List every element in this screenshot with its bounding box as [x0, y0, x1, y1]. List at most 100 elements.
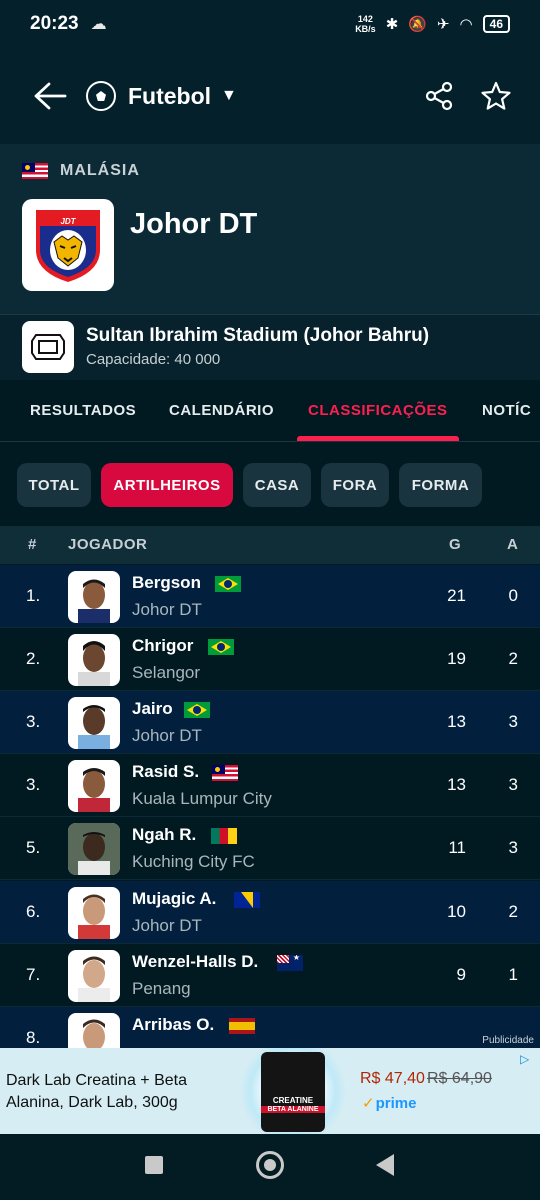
player-name: Mujagic A. — [132, 889, 217, 908]
filter-form[interactable]: FORMA — [399, 463, 482, 507]
check-icon: ✓ — [362, 1095, 375, 1112]
table-row[interactable]: 5. Ngah R. Kuching City FC 11 3 — [0, 817, 540, 880]
ad-old-price: R$ 64,90 — [427, 1070, 492, 1087]
player-team: Johor DT — [132, 600, 202, 619]
table-row[interactable]: 3. Jairo Johor DT 13 3 — [0, 691, 540, 754]
caret-down-icon[interactable]: ▼ — [221, 87, 237, 105]
player-rank: 3. — [26, 712, 41, 731]
player-photo — [68, 950, 120, 1002]
jdt-crest-icon: JDT — [36, 210, 100, 282]
header-rank: # — [28, 536, 37, 553]
spain-flag-icon — [229, 1018, 255, 1034]
cloud-icon: ☁ — [90, 16, 107, 33]
header-player: JOGADOR — [68, 536, 148, 553]
player-assists: 0 — [508, 586, 518, 605]
player-rank: 8. — [26, 1028, 41, 1047]
table-row[interactable]: 6. Mujagic A. Johor DT 10 2 — [0, 881, 540, 944]
malaysia-flag-icon — [22, 163, 48, 179]
bluetooth-icon: ✱ — [385, 16, 399, 33]
star-icon[interactable] — [480, 80, 512, 112]
table-row[interactable]: 8. Arribas O. — [0, 1007, 540, 1048]
mute-icon: 🔕 — [408, 16, 427, 33]
filter-total[interactable]: TOTAL — [17, 463, 91, 507]
status-bar: 20:23 ☁ 142 KB/s ✱ 🔕 ✈ ◠ 46 — [0, 0, 540, 48]
section-tabs: RESULTADOS CALENDÁRIO CLASSIFICAÇÕES NOT… — [0, 380, 540, 442]
sport-selector[interactable]: Futebol — [128, 83, 211, 110]
filter-home[interactable]: CASA — [243, 463, 311, 507]
player-assists: 3 — [508, 775, 518, 794]
table-row[interactable]: 2. Chrigor Selangor 19 2 — [0, 628, 540, 691]
team-header: MALÁSIA JDT Johor DT — [0, 144, 540, 314]
back-triangle-icon[interactable] — [376, 1154, 394, 1176]
active-tab-indicator — [297, 436, 459, 441]
recents-icon[interactable] — [145, 1156, 163, 1174]
team-logo: JDT — [22, 199, 114, 291]
player-photo — [68, 760, 120, 812]
player-photo — [68, 697, 120, 749]
player-goals: 9 — [456, 965, 466, 984]
filter-away[interactable]: FORA — [321, 463, 389, 507]
team-country[interactable]: MALÁSIA — [22, 162, 140, 180]
player-name: Ngah R. — [132, 825, 197, 844]
back-arrow-icon[interactable] — [28, 81, 72, 111]
home-icon[interactable] — [256, 1151, 284, 1179]
tab-calendar[interactable]: CALENDÁRIO — [169, 402, 274, 419]
player-goals: 11 — [448, 838, 466, 857]
player-team: Penang — [132, 979, 191, 998]
cameroon-flag-icon — [211, 828, 237, 844]
player-name: Chrigor — [132, 636, 194, 655]
filter-top-scorers[interactable]: ARTILHEIROS — [101, 463, 233, 507]
ad-prime-badge: ✓prime — [362, 1095, 417, 1112]
header-goals: G — [449, 536, 462, 553]
player-name: Bergson — [132, 573, 201, 592]
share-icon[interactable] — [424, 81, 454, 111]
brazil-flag-icon — [215, 576, 241, 592]
player-team: Johor DT — [132, 726, 202, 745]
tab-news[interactable]: NOTÍC — [482, 402, 531, 419]
player-rank: 1. — [26, 586, 41, 605]
tab-standings[interactable]: CLASSIFICAÇÕES — [308, 402, 448, 419]
player-assists: 3 — [508, 712, 518, 731]
stadium-capacity: Capacidade: 40 000 — [86, 351, 221, 368]
player-team: Selangor — [132, 663, 201, 682]
player-rank: 3. — [26, 775, 41, 794]
malaysia-flag-icon — [212, 765, 238, 781]
ad-label: Publicidade — [482, 1035, 534, 1046]
brazil-flag-icon — [184, 702, 210, 718]
player-rank: 5. — [26, 838, 41, 857]
table-row[interactable]: 1. Bergson Johor DT 21 0 — [0, 565, 540, 628]
soccer-ball-icon[interactable] — [86, 81, 116, 111]
status-time: 20:23 — [30, 13, 79, 34]
player-photo — [68, 1013, 120, 1048]
player-team: Kuching City FC — [132, 852, 255, 871]
player-goals: 21 — [447, 586, 466, 605]
player-photo — [68, 823, 120, 875]
player-rank: 6. — [26, 902, 41, 921]
player-team: Johor DT — [132, 916, 202, 935]
player-assists: 2 — [508, 902, 518, 921]
player-photo — [68, 571, 120, 623]
player-photo — [68, 887, 120, 939]
ad-title: Dark Lab Creatina + Beta Alanina, Dark L… — [6, 1072, 187, 1111]
svg-text:JDT: JDT — [60, 217, 76, 226]
top-app-bar: Futebol ▼ — [0, 48, 540, 144]
wifi-icon: ◠ — [459, 16, 473, 33]
bosnia-flag-icon — [234, 892, 260, 908]
system-nav-bar — [0, 1134, 540, 1200]
country-name: MALÁSIA — [60, 162, 140, 179]
tab-results[interactable]: RESULTADOS — [30, 402, 136, 419]
australia-flag-icon — [277, 955, 303, 971]
player-name: Rasid S. — [132, 762, 200, 781]
adchoices-icon[interactable]: ▷ — [520, 1052, 536, 1068]
player-team: Kuala Lumpur City — [132, 789, 272, 808]
player-assists: 2 — [508, 649, 518, 668]
player-name: Arribas O. — [132, 1015, 215, 1034]
battery-icon: 46 — [482, 15, 510, 33]
stadium-name: Sultan Ibrahim Stadium (Johor Bahru) — [86, 325, 430, 346]
player-rank: 7. — [26, 965, 41, 984]
ad-product-image: CREATINE BETA ALANINE — [261, 1052, 325, 1132]
advertisement-banner[interactable]: Publicidade ▷ Dark Lab Creatina + Beta A… — [0, 1035, 540, 1134]
table-row[interactable]: 3. Rasid S. Kuala Lumpur City 13 3 — [0, 754, 540, 817]
table-row[interactable]: 7. Wenzel-Halls D. Penang 9 1 — [0, 944, 540, 1007]
team-name: Johor DT — [130, 208, 258, 240]
